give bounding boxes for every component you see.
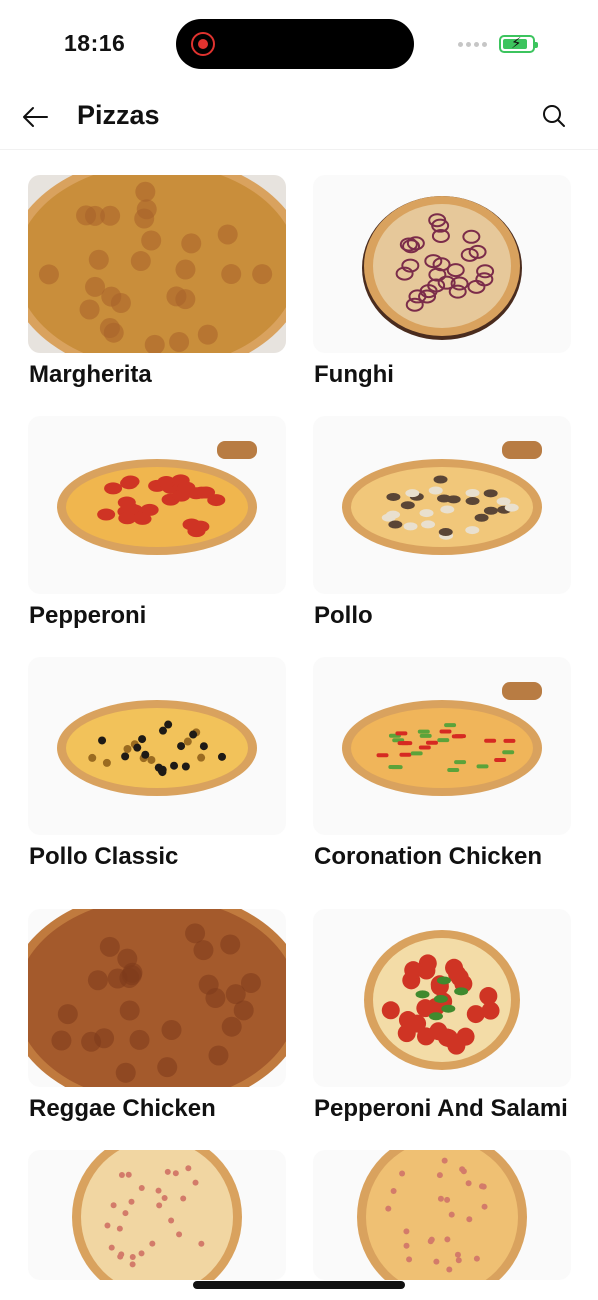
pizza-name[interactable]: Pepperoni And Salami bbox=[314, 1095, 568, 1123]
pizza-name[interactable]: Coronation Chicken bbox=[314, 843, 542, 871]
pizza-image[interactable] bbox=[313, 909, 571, 1087]
arrow-left-icon bbox=[23, 107, 48, 127]
page-title: Pizzas bbox=[77, 100, 160, 130]
pizza-name[interactable]: Pepperoni bbox=[29, 602, 146, 630]
pizza-card[interactable]: Pollo Classic bbox=[28, 657, 288, 870]
pizza-card[interactable]: Pollo bbox=[313, 416, 573, 629]
status-bar: 18:16 ⚡ bbox=[0, 0, 598, 86]
pizza-image[interactable] bbox=[313, 175, 571, 353]
pizza-card[interactable] bbox=[28, 1150, 288, 1280]
home-indicator[interactable] bbox=[193, 1281, 405, 1289]
pepperoni-photo bbox=[57, 441, 257, 555]
back-button[interactable] bbox=[18, 100, 52, 134]
search-icon bbox=[543, 105, 565, 127]
pizza-card[interactable]: Pepperoni bbox=[28, 416, 288, 629]
pizza-card[interactable]: Margherita bbox=[28, 175, 288, 388]
pizza-name[interactable]: Pollo Classic bbox=[29, 843, 178, 871]
pizza-photo bbox=[72, 1150, 242, 1280]
pollo-classic-photo bbox=[57, 700, 257, 796]
pizza-card[interactable]: Pepperoni And Salami bbox=[313, 909, 573, 1122]
pizza-name[interactable]: Margherita bbox=[29, 361, 152, 389]
margherita-photo bbox=[28, 175, 286, 353]
pizza-image[interactable] bbox=[313, 416, 571, 594]
pizza-image[interactable] bbox=[28, 1150, 286, 1280]
pollo-photo bbox=[342, 441, 542, 555]
pizza-image[interactable] bbox=[28, 657, 286, 835]
pizza-name[interactable]: Funghi bbox=[314, 361, 394, 389]
battery-icon: ⚡ bbox=[499, 35, 538, 53]
pizza-name[interactable]: Reggae Chicken bbox=[29, 1095, 216, 1123]
record-icon bbox=[191, 32, 215, 56]
coronation-chicken-photo bbox=[342, 682, 542, 796]
dynamic-island bbox=[176, 19, 414, 69]
reggae-chicken-photo bbox=[28, 909, 286, 1087]
status-time: 18:16 bbox=[64, 30, 126, 56]
cellular-signal-icon bbox=[458, 42, 487, 47]
funghi-photo bbox=[362, 196, 522, 340]
pizza-image[interactable] bbox=[28, 909, 286, 1087]
pizza-image[interactable] bbox=[313, 1150, 571, 1280]
pizza-image[interactable] bbox=[28, 175, 286, 353]
search-button[interactable] bbox=[538, 100, 570, 132]
pizza-image[interactable] bbox=[28, 416, 286, 594]
pizza-image[interactable] bbox=[313, 657, 571, 835]
pizza-card[interactable]: Reggae Chicken bbox=[28, 909, 288, 1122]
pizza-card[interactable] bbox=[313, 1150, 573, 1280]
pizza-name[interactable]: Pollo bbox=[314, 602, 373, 630]
pizza-card[interactable]: Funghi bbox=[313, 175, 573, 388]
pizza-photo bbox=[357, 1150, 527, 1280]
pizza-card[interactable]: Coronation Chicken bbox=[313, 657, 573, 870]
pepperoni-and-salami-photo bbox=[364, 930, 520, 1070]
charging-bolt-icon: ⚡ bbox=[511, 35, 522, 52]
nav-header: Pizzas bbox=[0, 86, 598, 150]
